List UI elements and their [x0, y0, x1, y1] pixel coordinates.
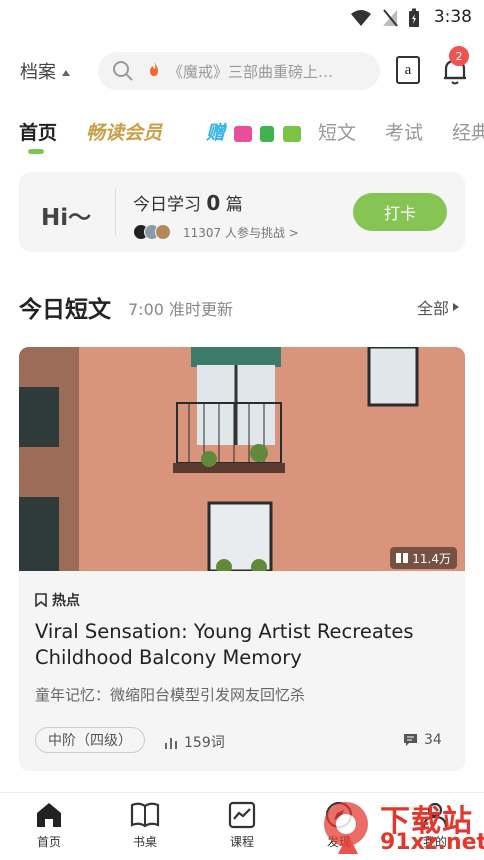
watermark-logo-icon	[324, 802, 368, 854]
search-icon	[113, 61, 133, 81]
nav-courses-label: 课程	[229, 835, 254, 849]
section-subtitle: 7:00 准时更新	[128, 300, 234, 319]
tab-gift-label: 赠	[206, 122, 226, 144]
avatar	[155, 224, 171, 240]
archive-label: 档案	[20, 62, 56, 83]
article-cover-image	[19, 347, 465, 571]
partner-logo-icon	[233, 125, 252, 142]
hot-tag: 热点	[35, 590, 80, 610]
home-icon	[37, 803, 61, 827]
chevron-right-icon	[453, 303, 460, 311]
participant-avatars	[133, 224, 171, 240]
book-icon	[130, 802, 160, 828]
dictionary-button[interactable]: a	[396, 56, 420, 84]
flame-icon	[148, 61, 160, 81]
nav-home-label: 首页	[36, 835, 61, 849]
iqiyi-logo-icon	[282, 125, 301, 142]
tab-short-articles[interactable]: 短文	[318, 118, 356, 145]
watermark: 下载站 91xz.net	[318, 794, 484, 860]
course-icon	[228, 801, 256, 829]
view-all-link[interactable]: 全部	[417, 295, 460, 319]
word-count-value: 159词	[184, 735, 225, 751]
play-logo-icon	[260, 125, 275, 142]
view-count-badge: 11.4万	[390, 547, 457, 569]
difficulty-level-badge: 中阶（四级）	[35, 727, 145, 753]
daily-checkin-card: Hi～ 今日学习 0 篇 11307 人参与挑战 > 打卡	[19, 172, 465, 252]
book-open-icon	[396, 553, 409, 563]
article-subtitle: 童年记忆：微缩阳台模型引发网友回忆杀	[35, 686, 306, 704]
study-count-text: 今日学习 0 篇	[133, 190, 243, 215]
tab-gift[interactable]: 赠	[206, 118, 301, 145]
nav-desk-label: 书桌	[132, 835, 157, 849]
nav-home[interactable]: 首页	[19, 801, 79, 850]
category-tabs: 首页 畅读会员 赠 短文 考试 经典	[0, 112, 484, 160]
comment-count[interactable]: 34	[403, 732, 442, 748]
status-bar: 3:38	[0, 0, 484, 34]
archive-dropdown[interactable]: 档案	[20, 58, 70, 84]
article-card[interactable]: 11.4万 热点 Viral Sensation: Young Artist R…	[19, 347, 465, 771]
nav-desk[interactable]: 书桌	[115, 801, 175, 850]
checkin-button[interactable]: 打卡	[353, 193, 447, 231]
participants-link[interactable]: 11307 人参与挑战 >	[183, 224, 299, 241]
comment-icon	[404, 734, 417, 746]
comment-count-value: 34	[424, 732, 442, 748]
study-count: 0	[206, 191, 221, 215]
tab-vip[interactable]: 畅读会员	[86, 118, 162, 145]
signal-icon	[383, 9, 398, 27]
search-placeholder: 《魔戒》三部曲重磅上…	[168, 62, 334, 81]
study-prefix: 今日学习	[133, 195, 201, 215]
caret-icon	[62, 70, 70, 76]
bookmark-icon	[35, 593, 47, 607]
bar-chart-icon	[165, 738, 177, 749]
hot-tag-label: 热点	[52, 593, 80, 609]
word-count: 159词	[164, 732, 225, 752]
battery-icon	[409, 8, 419, 27]
dictionary-icon: a	[404, 61, 412, 78]
tab-exams[interactable]: 考试	[385, 118, 423, 145]
watermark-url: 91xz.net	[380, 830, 484, 855]
article-title[interactable]: Viral Sensation: Young Artist Recreates …	[35, 619, 445, 671]
view-count: 11.4万	[412, 551, 451, 566]
divider	[115, 188, 116, 236]
study-suffix: 篇	[225, 195, 243, 215]
notification-badge: 2	[449, 46, 469, 66]
greeting: Hi～	[41, 205, 92, 231]
status-time: 3:38	[433, 7, 472, 27]
section-title: 今日短文	[19, 297, 111, 323]
view-all-label: 全部	[417, 299, 450, 318]
tab-classics[interactable]: 经典	[452, 118, 484, 145]
nav-courses[interactable]: 课程	[212, 801, 272, 850]
status-icons	[350, 8, 420, 28]
active-tab-indicator	[28, 149, 44, 154]
wifi-icon	[351, 10, 371, 26]
tab-home[interactable]: 首页	[19, 118, 57, 145]
top-header: 档案 《魔戒》三部曲重磅上… a	[0, 50, 484, 92]
search-bar[interactable]: 《魔戒》三部曲重磅上…	[98, 52, 380, 90]
